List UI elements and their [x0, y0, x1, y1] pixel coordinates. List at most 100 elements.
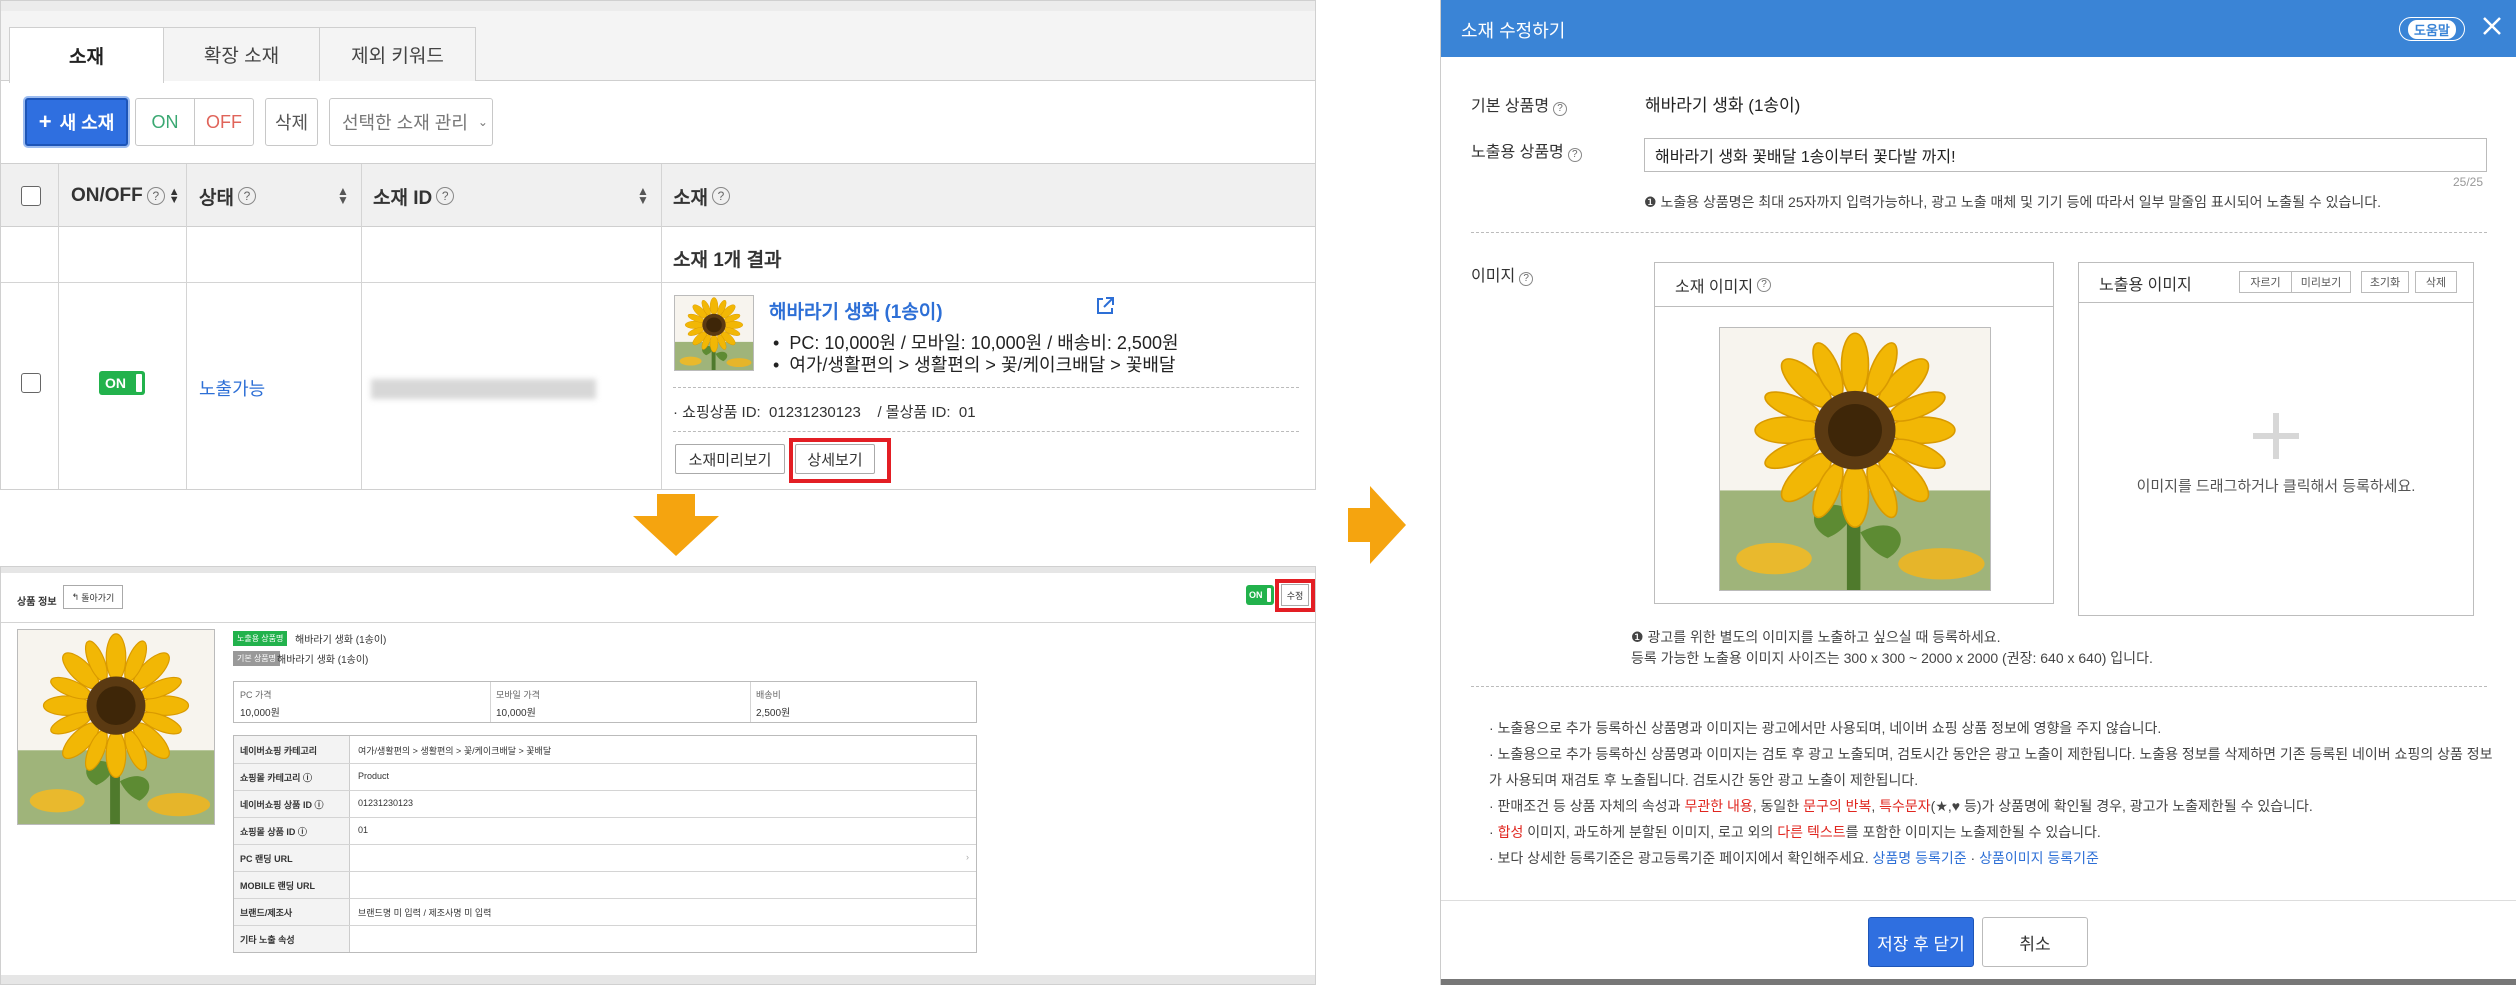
help-icon[interactable]: ? — [1567, 147, 1582, 162]
guide-line-1: · 노출용으로 추가 등록하신 상품명과 이미지는 광고에서만 사용되며, 네이… — [1489, 720, 2162, 736]
help-icon[interactable]: ? — [1553, 101, 1568, 116]
detail-title: 상품 정보 — [17, 597, 57, 608]
row-value: Product — [358, 771, 390, 781]
sort-icon[interactable]: ▲ ▼ — [337, 185, 349, 206]
col-onoff[interactable]: ON/OFF? ▲ ▼ — [71, 164, 180, 228]
sort-icon[interactable]: ▲ ▼ — [637, 185, 649, 206]
manage-selected-dropdown[interactable]: 선택한 소재 관리 ⌄ — [329, 98, 493, 146]
image-note-1: ❶ 광고를 위한 별도의 이미지를 노출하고 싶으실 때 등록하세요. — [1631, 629, 2001, 645]
off-button[interactable]: OFF — [194, 98, 254, 146]
exposed-name-label: 노출용 상품명? — [1471, 138, 1582, 162]
product-name-guide-link[interactable]: 상품명 등록기준 — [1873, 850, 1967, 866]
exposed-image-card: 노출용 이미지 자르기 미리보기 초기화 삭제 이미지를 드래그하거나 클릭해서… — [2078, 262, 2474, 616]
help-icon[interactable]: ? — [146, 187, 165, 205]
row-checkbox[interactable] — [21, 373, 41, 393]
select-all-checkbox[interactable] — [21, 186, 41, 206]
result-count: 소재 1개 결과 — [673, 250, 782, 271]
cancel-button[interactable]: 취소 — [1982, 917, 2088, 967]
tab-bar: 소재 확장 소재 제외 키워드 — [1, 1, 1315, 83]
ad-image-preview — [1719, 327, 1991, 591]
status-link[interactable]: 노출가능 — [199, 375, 265, 401]
col-ad[interactable]: 소재? — [673, 164, 730, 228]
info-table: 네이버쇼핑 카테고리 여가/생활편의 > 생활편의 > 꽃/케이크배달 > 꽃배… — [233, 735, 977, 953]
pc-price-label: PC 가격 — [240, 690, 272, 700]
close-icon[interactable] — [2479, 13, 2505, 44]
new-ad-button[interactable]: + 새 소재 — [25, 98, 128, 146]
shipping-label: 배송비 — [756, 690, 781, 700]
chevron-down-icon: ⌄ — [477, 115, 488, 129]
on-toggle[interactable]: ON — [99, 371, 145, 395]
arrow-right-icon — [1348, 486, 1406, 564]
product-detail-panel: 상품 정보 ↰ 돌아가기 ON 수정 노출용 상품명 해바라기 생화 (1송이) … — [0, 566, 1316, 985]
on-button[interactable]: ON — [135, 98, 195, 146]
reset-button[interactable]: 초기화 — [2361, 271, 2409, 293]
row-label: MOBILE 랜딩 URL — [240, 881, 316, 891]
help-button[interactable]: 도움말 — [2399, 17, 2465, 41]
mobile-price-value: 10,000원 — [496, 708, 536, 719]
help-icon[interactable]: ⓘ — [314, 800, 323, 810]
row-value: 브랜드명 미 입력 / 제조사명 미 입력 — [358, 908, 492, 918]
exposed-name: 해바라기 생화 (1송이) — [295, 635, 387, 646]
col-ad-id[interactable]: 소재 ID? — [373, 164, 455, 228]
price-table: PC 가격 모바일 가격 배송비 10,000원 10,000원 2,500원 — [233, 681, 977, 723]
guide-line-4: · 합성 이미지, 과도하게 분할된 이미지, 로고 외의 다른 텍스트를 포함… — [1489, 824, 2101, 840]
back-arrow-icon: ↰ — [71, 591, 80, 602]
drop-text: 이미지를 드래그하거나 클릭해서 등록하세요. — [2136, 478, 2416, 495]
help-icon[interactable]: ? — [1757, 277, 1772, 292]
delete-button[interactable]: 삭제 — [265, 98, 318, 146]
ad-preview-button[interactable]: 소재미리보기 — [675, 444, 785, 474]
ad-image-card: 소재 이미지? — [1654, 262, 2054, 604]
crop-button[interactable]: 자르기 — [2239, 271, 2292, 293]
manage-selected-label: 선택한 소재 관리 — [342, 113, 468, 133]
image-drop-zone[interactable]: 이미지를 드래그하거나 클릭해서 등록하세요. — [2079, 303, 2473, 615]
row-label: 브랜드/제조사 — [240, 908, 293, 918]
tab-negative-keywords[interactable]: 제외 키워드 — [319, 27, 476, 81]
help-icon[interactable]: ? — [711, 187, 730, 205]
guide-line-5: · 보다 상세한 등록기준은 광고등록기준 페이지에서 확인해주세요. 상품명 … — [1489, 850, 2099, 866]
save-and-close-button[interactable]: 저장 후 닫기 — [1868, 917, 1974, 967]
image-note-2: 등록 가능한 노출용 이미지 사이즈는 300 x 300 ~ 2000 x 2… — [1631, 650, 2153, 666]
exposed-name-input[interactable] — [1644, 138, 2487, 172]
product-thumbnail — [674, 295, 754, 371]
modal-title: 소재 수정하기 — [1461, 21, 1566, 41]
on-toggle[interactable]: ON — [1246, 585, 1274, 605]
basic-name-badge: 기본 상품명 — [233, 651, 281, 666]
tab-ads[interactable]: 소재 — [9, 27, 164, 83]
delete-button[interactable]: 삭제 — [2415, 271, 2457, 293]
external-link-icon[interactable] — [1095, 296, 1115, 321]
tab-extensions[interactable]: 확장 소재 — [163, 27, 320, 81]
guide-line-2a: · 노출용으로 추가 등록하신 상품명과 이미지는 검토 후 광고 노출되며, … — [1489, 746, 2493, 762]
image-label: 이미지? — [1471, 262, 1534, 286]
row-label: 네이버쇼핑 카테고리 — [240, 746, 318, 756]
row-label: 네이버쇼핑 상품 ID ⓘ — [240, 800, 324, 810]
row-value: 01231230123 — [358, 798, 414, 808]
guide-line-2b: 가 사용되며 재검토 후 노출됩니다. 검토시간 동안 광고 노출이 제한됩니다… — [1489, 772, 1919, 788]
help-icon[interactable]: ? — [1519, 271, 1534, 286]
edit-ad-modal: 소재 수정하기 도움말 기본 상품명? 해바라기 생화 (1송이) 노출용 상품… — [1440, 0, 2516, 985]
col-status[interactable]: 상태? — [199, 164, 256, 228]
shipping-value: 2,500원 — [756, 708, 791, 719]
help-icon[interactable]: ? — [237, 187, 256, 205]
arrow-down-icon — [633, 494, 719, 556]
modal-header: 소재 수정하기 도움말 — [1441, 0, 2516, 57]
basic-name-value: 해바라기 생화 (1송이) — [1645, 96, 1801, 115]
row-label: PC 랜딩 URL — [240, 854, 293, 864]
sort-icon[interactable]: ▲ ▼ — [169, 187, 180, 206]
help-icon[interactable]: ⓘ — [298, 827, 307, 837]
row-label: 기타 노출 속성 — [240, 935, 295, 945]
basic-name-label: 기본 상품명? — [1471, 92, 1568, 116]
ad-list-panel: 소재 확장 소재 제외 키워드 + 새 소재 ON OFF 삭제 선택한 소재 … — [0, 0, 1316, 490]
preview-button[interactable]: 미리보기 — [2291, 271, 2351, 293]
product-image-guide-link[interactable]: 상품이미지 등록기준 — [1979, 850, 2099, 866]
row-label: 쇼핑몰 상품 ID ⓘ — [240, 827, 307, 837]
basic-name: 해바라기 생화 (1송이) — [277, 655, 369, 666]
help-icon[interactable]: ⓘ — [303, 773, 312, 783]
char-counter: 25/25 — [2453, 175, 2484, 189]
back-button[interactable]: ↰ 돌아가기 — [63, 585, 123, 609]
chevron-right-icon[interactable]: › — [966, 852, 969, 862]
guide-line-3: · 판매조건 등 상품 자체의 속성과 무관한 내용, 동일한 문구의 반복, … — [1489, 798, 2313, 814]
help-icon[interactable]: ? — [436, 187, 455, 205]
ad-image-title: 소재 이미지? — [1655, 263, 2053, 307]
product-title-link[interactable]: 해바라기 생화 (1송이) — [769, 297, 943, 324]
row-value: 01 — [358, 825, 369, 835]
